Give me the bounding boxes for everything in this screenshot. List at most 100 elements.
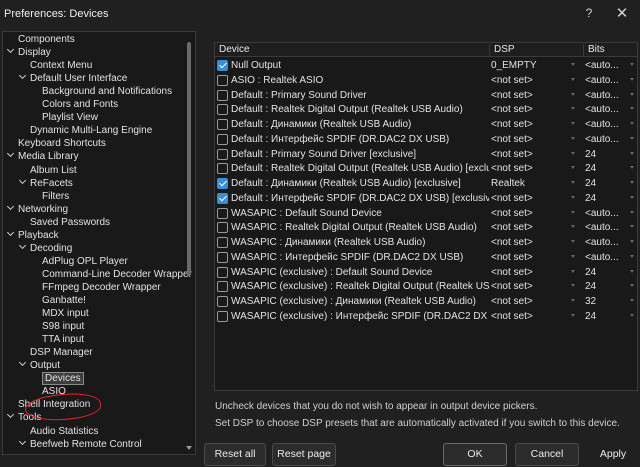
dsp-select[interactable]: <not set> (491, 251, 581, 264)
bits-dropdown-arrow-icon[interactable] (630, 284, 634, 288)
ok-button[interactable]: OK (443, 443, 507, 466)
bits-select[interactable]: 24 (585, 280, 629, 293)
bits-dropdown-arrow-icon[interactable] (630, 313, 634, 317)
dsp-dropdown-arrow-icon[interactable] (571, 107, 575, 111)
bits-select[interactable]: <auto... (585, 59, 629, 72)
dsp-select[interactable]: <not set> (491, 192, 581, 205)
tree-item[interactable]: Media Library (7, 150, 79, 163)
bits-dropdown-arrow-icon[interactable] (630, 269, 634, 273)
device-checkbox[interactable] (217, 251, 228, 263)
table-row[interactable]: Default : Динамики (Realtek USB Audio) [… (215, 176, 637, 191)
table-row[interactable]: WASAPIC : Динамики (Realtek USB Audio) <n… (215, 235, 637, 250)
device-checkbox[interactable] (217, 74, 228, 86)
table-row[interactable]: WASAPIC (exclusive) : Динамики (Realtek … (215, 294, 637, 309)
table-row[interactable]: WASAPIC : Default Sound Device <not set> <… (215, 206, 637, 221)
dsp-select[interactable]: <not set> (491, 221, 581, 234)
table-row[interactable]: ASIO : Realtek ASIO <not set> <auto... (215, 73, 637, 88)
tree-item[interactable]: Output (19, 359, 60, 372)
chevron-down-icon[interactable] (19, 360, 27, 368)
dsp-select[interactable]: <not set> (491, 295, 581, 308)
bits-select[interactable]: 24 (585, 310, 629, 323)
dsp-select[interactable]: <not set> (491, 162, 581, 175)
table-row[interactable]: Default : Primary Sound Driver [exclusiv… (215, 147, 637, 162)
device-checkbox[interactable] (217, 148, 228, 160)
dsp-dropdown-arrow-icon[interactable] (571, 92, 575, 96)
bits-select[interactable]: <auto... (585, 221, 629, 234)
tree-item[interactable]: Devices (42, 372, 84, 386)
bits-select[interactable]: <auto... (585, 236, 629, 249)
chevron-down-icon[interactable] (7, 412, 15, 420)
dsp-dropdown-arrow-icon[interactable] (571, 299, 575, 302)
table-row[interactable]: Default : Динамики (Realtek USB Audio) <n… (215, 117, 637, 132)
bits-select[interactable]: 24 (585, 177, 629, 190)
dsp-select[interactable]: <not set> (491, 133, 581, 146)
dsp-dropdown-arrow-icon[interactable] (571, 210, 575, 214)
tree-scrollbar-thumb[interactable] (187, 42, 191, 276)
chevron-down-icon[interactable] (19, 73, 27, 81)
device-checkbox[interactable] (217, 104, 228, 116)
dsp-dropdown-arrow-icon[interactable] (571, 166, 575, 170)
device-checkbox[interactable] (217, 207, 228, 219)
tree-item[interactable]: Default User Interface (19, 72, 127, 85)
bits-dropdown-arrow-icon[interactable] (630, 210, 634, 214)
tree-item[interactable]: Dynamic Multi-Lang Engine (30, 124, 152, 137)
tree-item[interactable]: AdPlug OPL Player (42, 255, 128, 268)
column-header-bits[interactable]: Bits (583, 44, 637, 56)
device-checkbox[interactable] (217, 222, 228, 234)
chevron-down-icon[interactable] (7, 151, 15, 159)
dsp-dropdown-arrow-icon[interactable] (571, 122, 575, 125)
dsp-select[interactable]: <not set> (491, 236, 581, 249)
device-checkbox[interactable] (217, 89, 228, 101)
device-checkbox[interactable] (217, 60, 228, 71)
bits-dropdown-arrow-icon[interactable] (630, 195, 634, 199)
device-checkbox[interactable] (217, 178, 228, 189)
bits-dropdown-arrow-icon[interactable] (630, 166, 634, 170)
chevron-down-icon[interactable] (7, 230, 15, 238)
tree-item[interactable]: Keyboard Shortcuts (18, 137, 106, 150)
bits-dropdown-arrow-icon[interactable] (630, 107, 634, 111)
tree-item[interactable]: Filters (42, 190, 69, 203)
dsp-dropdown-arrow-icon[interactable] (571, 195, 575, 199)
device-checkbox[interactable] (217, 296, 228, 307)
bits-dropdown-arrow-icon[interactable] (630, 181, 634, 184)
bits-select[interactable]: <auto... (585, 118, 629, 131)
bits-dropdown-arrow-icon[interactable] (630, 299, 634, 302)
tree-item[interactable]: Beefweb Remote Control (19, 438, 142, 451)
tree-item[interactable]: Context Menu (30, 59, 92, 72)
device-checkbox[interactable] (217, 192, 228, 204)
dsp-dropdown-arrow-icon[interactable] (571, 151, 575, 155)
dsp-select[interactable]: <not set> (491, 74, 581, 87)
dsp-dropdown-arrow-icon[interactable] (571, 284, 575, 288)
device-checkbox[interactable] (217, 119, 228, 130)
tree-item[interactable]: Components (18, 33, 75, 46)
bits-select[interactable]: <auto... (585, 103, 629, 116)
dsp-select[interactable]: <not set> (491, 103, 581, 116)
tree-item[interactable]: MDX input (42, 307, 89, 320)
table-row[interactable]: WASAPIC (exclusive) : Default Sound Devi… (215, 265, 637, 280)
table-row[interactable]: WASAPIC (exclusive) : Realtek Digital Ou… (215, 279, 637, 294)
bits-select[interactable]: 24 (585, 192, 629, 205)
table-row[interactable]: Default : Realtek Digital Output (Realte… (215, 102, 637, 117)
device-checkbox[interactable] (217, 237, 228, 248)
bits-select[interactable]: <auto... (585, 251, 629, 264)
dsp-dropdown-arrow-icon[interactable] (571, 313, 575, 317)
bits-dropdown-arrow-icon[interactable] (630, 225, 634, 229)
dsp-dropdown-arrow-icon[interactable] (571, 181, 575, 184)
tree-item[interactable]: Decoding (19, 242, 72, 255)
chevron-down-icon[interactable] (7, 204, 15, 212)
table-row[interactable]: Default : Realtek Digital Output (Realte… (215, 161, 637, 176)
dsp-dropdown-arrow-icon[interactable] (571, 136, 575, 140)
chevron-down-icon[interactable] (19, 439, 27, 447)
tree-item[interactable]: Playlist View (42, 111, 98, 124)
close-icon[interactable]: ✕ (614, 4, 630, 22)
device-checkbox[interactable] (217, 266, 228, 278)
tree-item[interactable]: TTA input (42, 333, 84, 346)
column-header-dsp[interactable]: DSP (489, 44, 585, 56)
dsp-dropdown-arrow-icon[interactable] (571, 63, 575, 66)
bits-dropdown-arrow-icon[interactable] (630, 254, 634, 258)
apply-button[interactable]: Apply (588, 443, 638, 466)
dsp-dropdown-arrow-icon[interactable] (571, 225, 575, 229)
tree-item[interactable]: Ganbatte! (42, 294, 86, 307)
dsp-dropdown-arrow-icon[interactable] (571, 269, 575, 273)
tree-item[interactable]: Audio Statistics (30, 425, 98, 438)
